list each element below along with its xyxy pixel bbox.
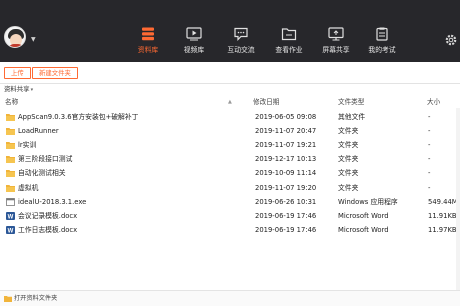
nav-tab-video[interactable]: 视频库 [172, 27, 216, 61]
table-row[interactable]: LoadRunner 2019-11-07 20:47 文件夹 - [0, 124, 460, 138]
folder-icon [6, 184, 15, 192]
chevron-down-icon[interactable]: ▼ [31, 36, 36, 43]
file-size: 11.97KB [428, 225, 457, 234]
folder-icon [6, 128, 15, 136]
file-name: 虚拟机 [18, 183, 39, 192]
file-name: 自动化测试相关 [18, 169, 66, 178]
video-player-icon [186, 27, 202, 41]
file-type: 其他文件 [338, 113, 366, 121]
breadcrumb[interactable]: 资料共享▾ [4, 84, 33, 94]
table-row[interactable]: 虚拟机 2019-11-07 19:20 文件夹 - [0, 181, 460, 195]
file-size: - [428, 141, 431, 150]
file-name: LoadRunner [18, 127, 59, 136]
file-modified: 2019-11-07 20:47 [255, 127, 317, 136]
column-header-size[interactable]: 大小 [427, 96, 440, 108]
nav-tab-label: 视频库 [183, 46, 205, 54]
column-header-type[interactable]: 文件类型 [338, 96, 364, 108]
open-folder-link[interactable]: 打开资料文件夹 [14, 293, 57, 305]
folder-icon [6, 142, 15, 150]
file-name: 第三阶段接口测试 [18, 155, 73, 164]
file-size: - [428, 127, 431, 136]
table-row[interactable]: 自动化测试相关 2019-10-09 11:14 文件夹 - [0, 166, 460, 180]
file-modified: 2019-06-19 17:46 [255, 225, 317, 234]
nav-tab-exam[interactable]: 我的考试 [360, 27, 404, 61]
user-avatar[interactable] [4, 26, 26, 48]
file-type: 文件夹 [338, 141, 359, 150]
folder-icon [6, 114, 15, 121]
word-document-icon: W [6, 225, 15, 234]
file-type: 文件夹 [338, 127, 359, 136]
file-type: 文件夹 [338, 155, 359, 164]
screen-share-icon [328, 27, 344, 41]
svg-text:W: W [8, 228, 14, 234]
file-name: AppScan9.0.3.6官方安装包+破解补丁 [18, 113, 139, 121]
database-stack-icon [142, 27, 154, 41]
table-row[interactable]: lr实训 2019-11-07 19:21 文件夹 - [0, 138, 460, 152]
file-size: - [428, 169, 431, 178]
nav-tab-label: 查看作业 [275, 46, 303, 54]
file-type: Microsoft Word [338, 225, 389, 234]
file-name: lr实训 [18, 141, 37, 150]
file-modified: 2019-10-09 11:14 [255, 169, 317, 178]
chat-bubble-icon [234, 27, 248, 41]
nav-tab-library[interactable]: 资料库 [126, 27, 170, 61]
table-row[interactable]: idealU-2018.3.1.exe 2019-06-26 10:31 Windo… [0, 195, 460, 209]
nav-tab-label: 屏幕共享 [322, 46, 350, 54]
exam-clipboard-icon [376, 27, 388, 41]
file-type: Microsoft Word [338, 211, 389, 220]
file-modified: 2019-06-05 09:08 [255, 113, 317, 121]
nav-tab-chat[interactable]: 互动交流 [219, 27, 263, 61]
file-modified: 2019-11-07 19:20 [255, 183, 317, 192]
nav-tab-label: 我的考试 [368, 46, 396, 54]
folder-icon [6, 170, 15, 178]
homework-folder-icon [281, 28, 297, 41]
nav-tab-screen-share[interactable]: 屏幕共享 [314, 27, 358, 61]
table-row[interactable]: W 会议记录模板.docx 2019-06-19 17:46 Microsoft Wo… [0, 209, 460, 223]
new-folder-button[interactable]: 新建文件夹 [32, 67, 78, 79]
folder-icon [6, 156, 15, 164]
file-size: - [428, 183, 431, 192]
file-size: 11.91KB [428, 211, 457, 220]
vertical-scrollbar[interactable] [456, 108, 460, 294]
breadcrumb-label: 资料共享 [4, 85, 30, 93]
file-size: - [428, 113, 431, 121]
nav-tab-homework[interactable]: 查看作业 [267, 27, 311, 61]
file-table-header: 名称 ▲ 修改日期 文件类型 大小 [0, 96, 460, 108]
file-toolbar: 上传 新建文件夹 [0, 62, 460, 84]
file-type: 文件夹 [338, 183, 359, 192]
file-modified: 2019-06-19 17:46 [255, 211, 317, 220]
file-name: 工作日志模板.docx [18, 225, 78, 234]
folder-icon [4, 296, 12, 302]
table-row[interactable]: 第三阶段接口测试 2019-12-17 10:13 文件夹 - [0, 152, 460, 166]
top-navigation-bar: ▼ 资料库 视频库 互动交流 查看作业 屏幕共享 我的考试 [0, 0, 460, 62]
column-header-modified[interactable]: 修改日期 [253, 96, 279, 108]
file-type: Windows 应用程序 [338, 197, 398, 206]
nav-tab-label: 互动交流 [227, 46, 255, 54]
table-row[interactable]: W 工作日志模板.docx 2019-06-19 17:46 Microsoft Wo… [0, 223, 460, 237]
file-modified: 2019-06-26 10:31 [255, 197, 317, 206]
file-modified: 2019-12-17 10:13 [255, 155, 317, 164]
table-row[interactable]: AppScan9.0.3.6官方安装包+破解补丁 2019-06-05 09:08… [0, 110, 460, 124]
column-header-name[interactable]: 名称 [5, 96, 18, 108]
file-size: - [428, 155, 431, 164]
svg-text:W: W [8, 214, 14, 220]
word-document-icon: W [6, 211, 15, 220]
chevron-down-icon: ▾ [30, 87, 34, 93]
application-icon [6, 197, 15, 206]
status-footer: 打开资料文件夹 [0, 290, 460, 306]
sort-up-icon[interactable]: ▲ [228, 96, 232, 108]
file-name: idealU-2018.3.1.exe [18, 197, 87, 206]
gear-icon[interactable] [444, 33, 458, 47]
file-name: 会议记录模板.docx [18, 211, 78, 220]
file-modified: 2019-11-07 19:21 [255, 141, 317, 150]
nav-tab-label: 资料库 [137, 46, 159, 54]
upload-button[interactable]: 上传 [4, 67, 31, 79]
file-type: 文件夹 [338, 169, 359, 178]
